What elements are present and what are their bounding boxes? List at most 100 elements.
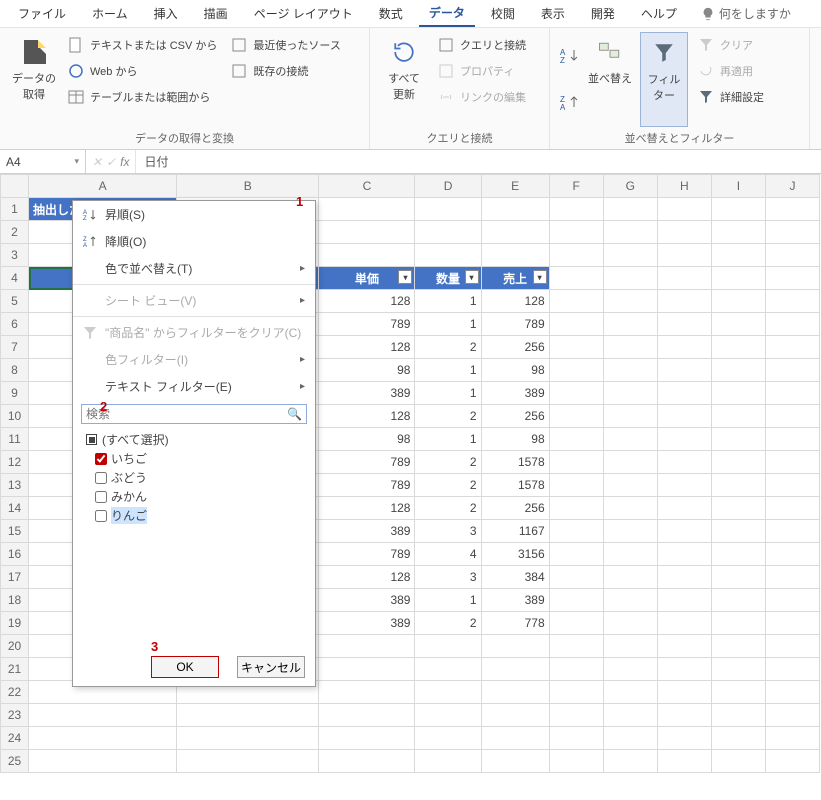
cell[interactable] xyxy=(319,750,415,773)
tab-help[interactable]: ヘルプ xyxy=(631,1,687,26)
recent-sources-button[interactable]: 最近使ったソース xyxy=(227,34,344,56)
cell[interactable]: 数量▾ xyxy=(415,267,481,290)
cell[interactable]: 789 xyxy=(481,313,549,336)
row-header[interactable]: 14 xyxy=(1,497,29,520)
cell[interactable] xyxy=(415,658,481,681)
tab-file[interactable]: ファイル xyxy=(8,1,76,26)
cell[interactable] xyxy=(711,497,765,520)
tab-developer[interactable]: 開発 xyxy=(581,1,625,26)
cell[interactable] xyxy=(765,267,819,290)
cell[interactable] xyxy=(765,612,819,635)
cell[interactable] xyxy=(549,566,603,589)
col-header-G[interactable]: G xyxy=(603,175,657,198)
cell[interactable] xyxy=(481,221,549,244)
cell[interactable] xyxy=(415,704,481,727)
cell[interactable] xyxy=(657,612,711,635)
cell[interactable]: 256 xyxy=(481,336,549,359)
cell[interactable]: 789 xyxy=(319,474,415,497)
row-header[interactable]: 10 xyxy=(1,405,29,428)
cell[interactable] xyxy=(765,566,819,589)
cell[interactable] xyxy=(657,474,711,497)
filter-button[interactable]: フィルター xyxy=(640,32,688,127)
cell[interactable]: 98 xyxy=(319,359,415,382)
cell[interactable] xyxy=(177,750,319,773)
cell[interactable]: 3 xyxy=(415,520,481,543)
cell[interactable]: 98 xyxy=(319,428,415,451)
cell[interactable] xyxy=(415,681,481,704)
cell[interactable] xyxy=(657,543,711,566)
cell[interactable] xyxy=(711,474,765,497)
cell[interactable] xyxy=(603,658,657,681)
cell[interactable] xyxy=(711,589,765,612)
cell[interactable] xyxy=(603,497,657,520)
sort-asc-item[interactable]: AZ 昇順(S) xyxy=(73,201,315,228)
tab-review[interactable]: 校閲 xyxy=(481,1,525,26)
cell[interactable]: 789 xyxy=(319,451,415,474)
cell[interactable] xyxy=(765,658,819,681)
formula-input[interactable]: 日付 xyxy=(136,153,821,170)
cell[interactable]: 2 xyxy=(415,497,481,520)
cell[interactable]: 2 xyxy=(415,405,481,428)
cancel-formula-icon[interactable]: ✕ xyxy=(92,155,102,169)
filter-item-ichigo[interactable]: いちご xyxy=(83,449,305,468)
cell[interactable] xyxy=(711,290,765,313)
cell[interactable] xyxy=(549,589,603,612)
cell[interactable] xyxy=(765,497,819,520)
cell[interactable] xyxy=(765,520,819,543)
cell[interactable] xyxy=(549,612,603,635)
cell[interactable]: 2 xyxy=(415,451,481,474)
filter-search-box[interactable]: 🔍 xyxy=(81,404,307,424)
cell[interactable] xyxy=(711,520,765,543)
cell[interactable] xyxy=(765,221,819,244)
cell[interactable] xyxy=(603,405,657,428)
filter-item-ringo[interactable]: りんご xyxy=(83,506,305,525)
select-all-check[interactable]: (すべて選択) xyxy=(83,430,305,449)
cell[interactable] xyxy=(657,727,711,750)
cell[interactable]: 128 xyxy=(319,290,415,313)
cell[interactable]: 2 xyxy=(415,336,481,359)
cell[interactable] xyxy=(177,727,319,750)
cell[interactable] xyxy=(481,658,549,681)
row-header[interactable]: 23 xyxy=(1,704,29,727)
cell[interactable] xyxy=(657,336,711,359)
col-header-I[interactable]: I xyxy=(711,175,765,198)
cell[interactable] xyxy=(549,359,603,382)
col-header-H[interactable]: H xyxy=(657,175,711,198)
tab-view[interactable]: 表示 xyxy=(531,1,575,26)
cell[interactable] xyxy=(711,244,765,267)
cell[interactable] xyxy=(319,635,415,658)
cell[interactable]: 98 xyxy=(481,359,549,382)
row-header[interactable]: 20 xyxy=(1,635,29,658)
cell[interactable]: 256 xyxy=(481,497,549,520)
cell[interactable]: 3156 xyxy=(481,543,549,566)
cell[interactable] xyxy=(319,658,415,681)
cell[interactable] xyxy=(711,428,765,451)
filter-search-input[interactable] xyxy=(86,407,287,421)
cell[interactable] xyxy=(657,658,711,681)
cell[interactable] xyxy=(711,336,765,359)
cell[interactable] xyxy=(765,750,819,773)
filter-item-mikan[interactable]: みかん xyxy=(83,487,305,506)
col-header-A[interactable]: A xyxy=(29,175,177,198)
cell[interactable]: 1 xyxy=(415,428,481,451)
filter-toggle[interactable]: ▾ xyxy=(465,270,479,284)
cell[interactable] xyxy=(603,290,657,313)
cell[interactable] xyxy=(415,221,481,244)
cell[interactable] xyxy=(711,612,765,635)
cell[interactable] xyxy=(549,750,603,773)
row-header[interactable]: 15 xyxy=(1,520,29,543)
cell[interactable] xyxy=(415,198,481,221)
cell[interactable] xyxy=(657,566,711,589)
cell[interactable] xyxy=(657,405,711,428)
cell[interactable] xyxy=(29,750,177,773)
col-header-E[interactable]: E xyxy=(481,175,549,198)
cell[interactable] xyxy=(481,681,549,704)
cell[interactable] xyxy=(711,635,765,658)
row-header[interactable]: 22 xyxy=(1,681,29,704)
from-web-button[interactable]: Web から xyxy=(64,60,221,82)
cell[interactable] xyxy=(657,198,711,221)
cell[interactable] xyxy=(603,244,657,267)
cell[interactable] xyxy=(657,313,711,336)
cell[interactable] xyxy=(765,290,819,313)
cell[interactable] xyxy=(549,543,603,566)
